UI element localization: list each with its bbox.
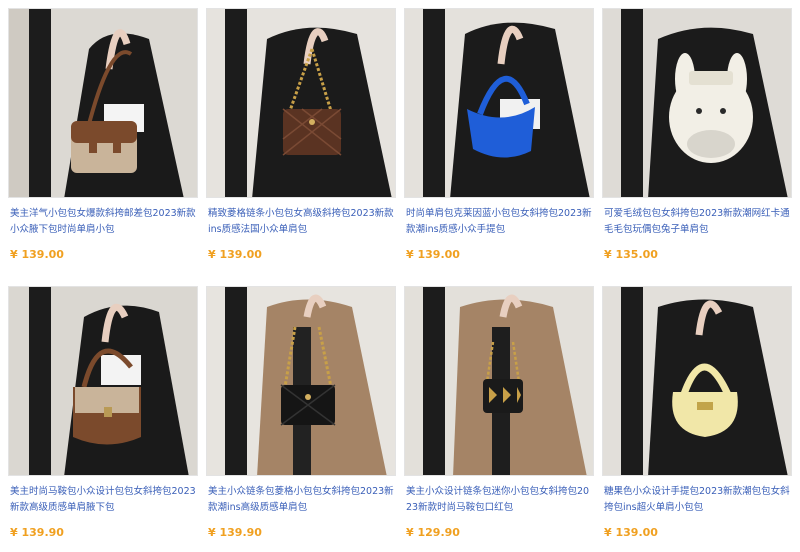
product-card[interactable]: 美主洋气小包包女爆款斜挎邮差包2023新款小众腋下包时尚单肩小包 ¥ 139.0…: [8, 8, 198, 270]
product-card[interactable]: 可爱毛绒包包女斜挎包2023新款潮网红卡通毛毛包玩偶包兔子单肩包 ¥ 135.0…: [602, 8, 792, 270]
product-price: ¥ 129.90: [406, 526, 460, 539]
product-card[interactable]: 美主时尚马鞍包小众设计包包女斜挎包2023新款高级质感单肩腋下包 ¥ 139.9…: [8, 286, 198, 548]
product-title[interactable]: 可爱毛绒包包女斜挎包2023新款潮网红卡通毛毛包玩偶包兔子单肩包: [604, 206, 792, 238]
product-price: ¥ 139.90: [10, 526, 64, 539]
product-price: ¥ 139.00: [10, 248, 64, 261]
product-image[interactable]: [404, 8, 594, 198]
product-title[interactable]: 美主小众设计链条包迷你小包包女斜挎包2023新款时尚马鞍包口红包: [406, 484, 594, 516]
product-card[interactable]: 时尚单肩包克莱因蓝小包包女斜挎包2023新款潮ins质感小众手提包 ¥ 139.…: [404, 8, 594, 270]
product-title[interactable]: 美主洋气小包包女爆款斜挎邮差包2023新款小众腋下包时尚单肩小包: [10, 206, 198, 238]
product-title[interactable]: 精致菱格链条小包包女高级斜挎包2023新款ins质感法国小众单肩包: [208, 206, 396, 238]
product-card[interactable]: 糖果色小众设计手提包2023新款潮包包女斜挎包ins超火单肩小包包 ¥ 139.…: [602, 286, 792, 548]
product-title[interactable]: 美主小众链条包菱格小包包女斜挎包2023新款潮ins高级质感单肩包: [208, 484, 396, 516]
product-price: ¥ 135.00: [604, 248, 658, 261]
product-title[interactable]: 糖果色小众设计手提包2023新款潮包包女斜挎包ins超火单肩小包包: [604, 484, 792, 516]
product-image[interactable]: [602, 286, 792, 476]
product-grid: 美主洋气小包包女爆款斜挎邮差包2023新款小众腋下包时尚单肩小包 ¥ 139.0…: [0, 0, 800, 552]
product-price: ¥ 139.90: [208, 526, 262, 539]
product-price: ¥ 139.00: [406, 248, 460, 261]
product-image[interactable]: [404, 286, 594, 476]
product-card[interactable]: 美主小众设计链条包迷你小包包女斜挎包2023新款时尚马鞍包口红包 ¥ 129.9…: [404, 286, 594, 548]
product-price: ¥ 139.00: [208, 248, 262, 261]
product-image[interactable]: [206, 8, 396, 198]
product-image[interactable]: [8, 8, 198, 198]
product-image[interactable]: [8, 286, 198, 476]
product-card[interactable]: 美主小众链条包菱格小包包女斜挎包2023新款潮ins高级质感单肩包 ¥ 139.…: [206, 286, 396, 548]
product-title[interactable]: 美主时尚马鞍包小众设计包包女斜挎包2023新款高级质感单肩腋下包: [10, 484, 198, 516]
product-image[interactable]: [206, 286, 396, 476]
product-card[interactable]: 精致菱格链条小包包女高级斜挎包2023新款ins质感法国小众单肩包 ¥ 139.…: [206, 8, 396, 270]
product-image[interactable]: [602, 8, 792, 198]
product-title[interactable]: 时尚单肩包克莱因蓝小包包女斜挎包2023新款潮ins质感小众手提包: [406, 206, 594, 238]
product-price: ¥ 139.00: [604, 526, 658, 539]
